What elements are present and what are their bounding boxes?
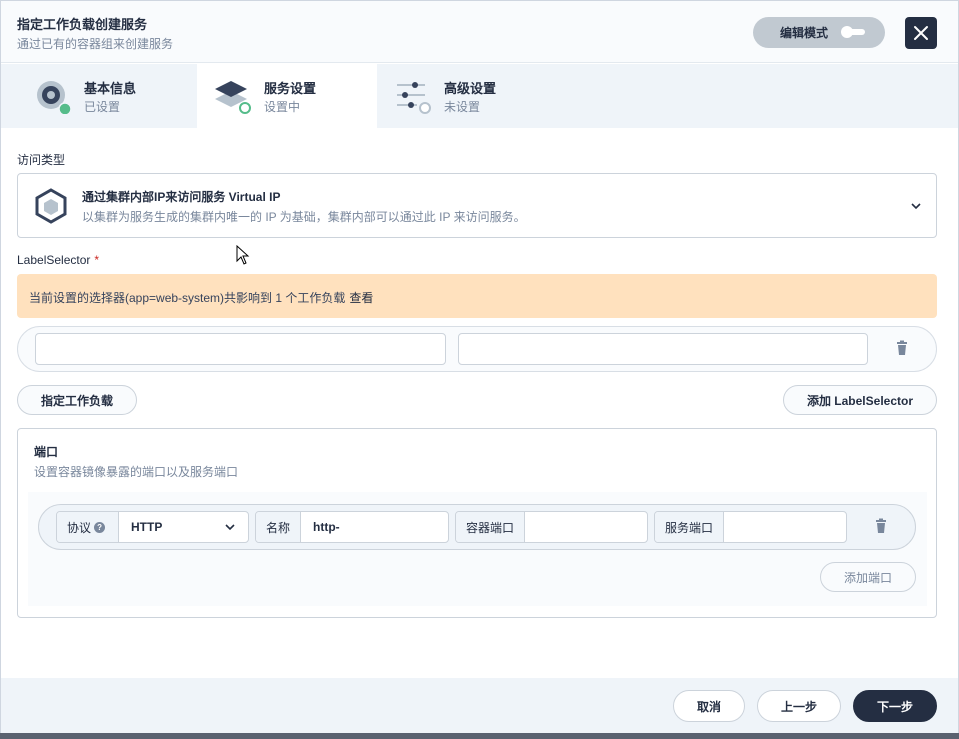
backdrop-strip — [0, 733, 959, 739]
ports-card: 端口 设置容器镜像暴露的端口以及服务端口 协议? HTTP 名称 http- 容… — [17, 428, 937, 618]
modal-title: 指定工作负载创建服务 — [17, 17, 148, 32]
selector-value-input[interactable] — [458, 333, 868, 365]
layers-icon — [215, 81, 251, 114]
help-icon[interactable]: ? — [94, 521, 106, 533]
access-type-title: 通过集群内部IP来访问服务 Virtual IP — [82, 190, 281, 204]
modal-subtitle: 通过已有的容器组来创建服务 — [17, 37, 174, 51]
chevron-down-icon — [225, 524, 235, 531]
selector-row — [17, 326, 937, 372]
steps-bar: 基本信息 已设置 服务设置 设置中 高级设置 未设置 — [1, 64, 958, 128]
access-type-label: 访问类型 — [17, 153, 66, 167]
mouse-cursor-icon — [236, 245, 250, 265]
trash-icon[interactable] — [873, 518, 889, 534]
protocol-label: 协议 — [67, 520, 92, 535]
label-selector-text: LabelSelector — [17, 253, 91, 267]
container-port-addon: 容器端口 — [456, 512, 526, 542]
container-port-input[interactable] — [525, 512, 647, 542]
step-basic-info[interactable]: 基本信息 已设置 — [1, 64, 197, 128]
selector-key-input[interactable] — [35, 333, 446, 365]
trash-icon[interactable] — [894, 340, 910, 356]
protocol-value-wrap: HTTP — [119, 512, 248, 542]
step-service-settings[interactable]: 服务设置 设置中 — [197, 64, 377, 128]
container-port-group: 容器端口 — [455, 511, 648, 543]
modal-footer: 取消 上一步 下一步 — [1, 678, 958, 738]
label-selector-label: LabelSelector * — [17, 253, 99, 267]
create-service-modal: 指定工作负载创建服务 通过已有的容器组来创建服务 编辑模式 基本信息 已设置 服… — [0, 0, 959, 739]
port-name-group: 名称 http- — [255, 511, 449, 543]
add-port-button[interactable]: 添加端口 — [820, 562, 916, 592]
previous-step-button[interactable]: 上一步 — [757, 690, 841, 722]
access-type-description: 以集群为服务生成的集群内唯一的 IP 为基础，集群内部可以通过此 IP 来访问服… — [82, 210, 526, 224]
step-label: 高级设置 — [444, 81, 497, 96]
disc-icon — [37, 81, 71, 114]
protocol-addon: 协议? — [57, 512, 119, 542]
required-mark: * — [94, 253, 100, 267]
chevron-down-icon — [911, 203, 921, 210]
toggle-switch-icon — [841, 26, 865, 38]
service-port-group: 服务端口 — [654, 511, 847, 543]
ports-list: 协议? HTTP 名称 http- 容器端口 服务端口 添加端口 — [28, 492, 927, 606]
ports-title: 端口 — [34, 445, 59, 459]
close-icon — [914, 26, 928, 40]
service-port-input[interactable] — [724, 512, 846, 542]
warning-text: 当前设置的选择器(app=web-system)共影响到 1 个工作负载 — [29, 291, 346, 305]
step-status: 已设置 — [84, 100, 121, 114]
edit-mode-label: 编辑模式 — [780, 26, 829, 40]
selector-warning: 当前设置的选择器(app=web-system)共影响到 1 个工作负载 查看 — [17, 274, 937, 318]
service-port-addon: 服务端口 — [655, 512, 725, 542]
protocol-value: HTTP — [131, 520, 163, 534]
step-advanced-settings[interactable]: 高级设置 未设置 — [377, 64, 577, 128]
cancel-button[interactable]: 取消 — [673, 690, 745, 722]
modal-header: 指定工作负载创建服务 通过已有的容器组来创建服务 编辑模式 — [1, 1, 958, 63]
access-type-select[interactable]: 通过集群内部IP来访问服务 Virtual IP 以集群为服务生成的集群内唯一的… — [17, 173, 937, 238]
port-name-input[interactable]: http- — [301, 512, 448, 542]
view-workloads-link[interactable]: 查看 — [349, 291, 373, 305]
edit-mode-toggle[interactable]: 编辑模式 — [753, 17, 885, 48]
close-button[interactable] — [905, 17, 937, 49]
port-name-addon: 名称 — [256, 512, 302, 542]
step-label: 服务设置 — [264, 81, 317, 96]
specify-workload-button[interactable]: 指定工作负载 — [17, 385, 137, 415]
next-step-button[interactable]: 下一步 — [853, 690, 937, 722]
ports-description: 设置容器镜像暴露的端口以及服务端口 — [34, 465, 239, 479]
port-row: 协议? HTTP 名称 http- 容器端口 服务端口 — [38, 504, 916, 550]
step-label: 基本信息 — [84, 81, 137, 96]
step-status: 未设置 — [444, 100, 481, 114]
cube-icon — [35, 188, 67, 224]
protocol-select[interactable]: 协议? HTTP — [56, 511, 249, 543]
step-status: 设置中 — [264, 100, 301, 114]
sliders-icon — [397, 82, 431, 114]
add-label-selector-button[interactable]: 添加 LabelSelector — [783, 385, 937, 415]
